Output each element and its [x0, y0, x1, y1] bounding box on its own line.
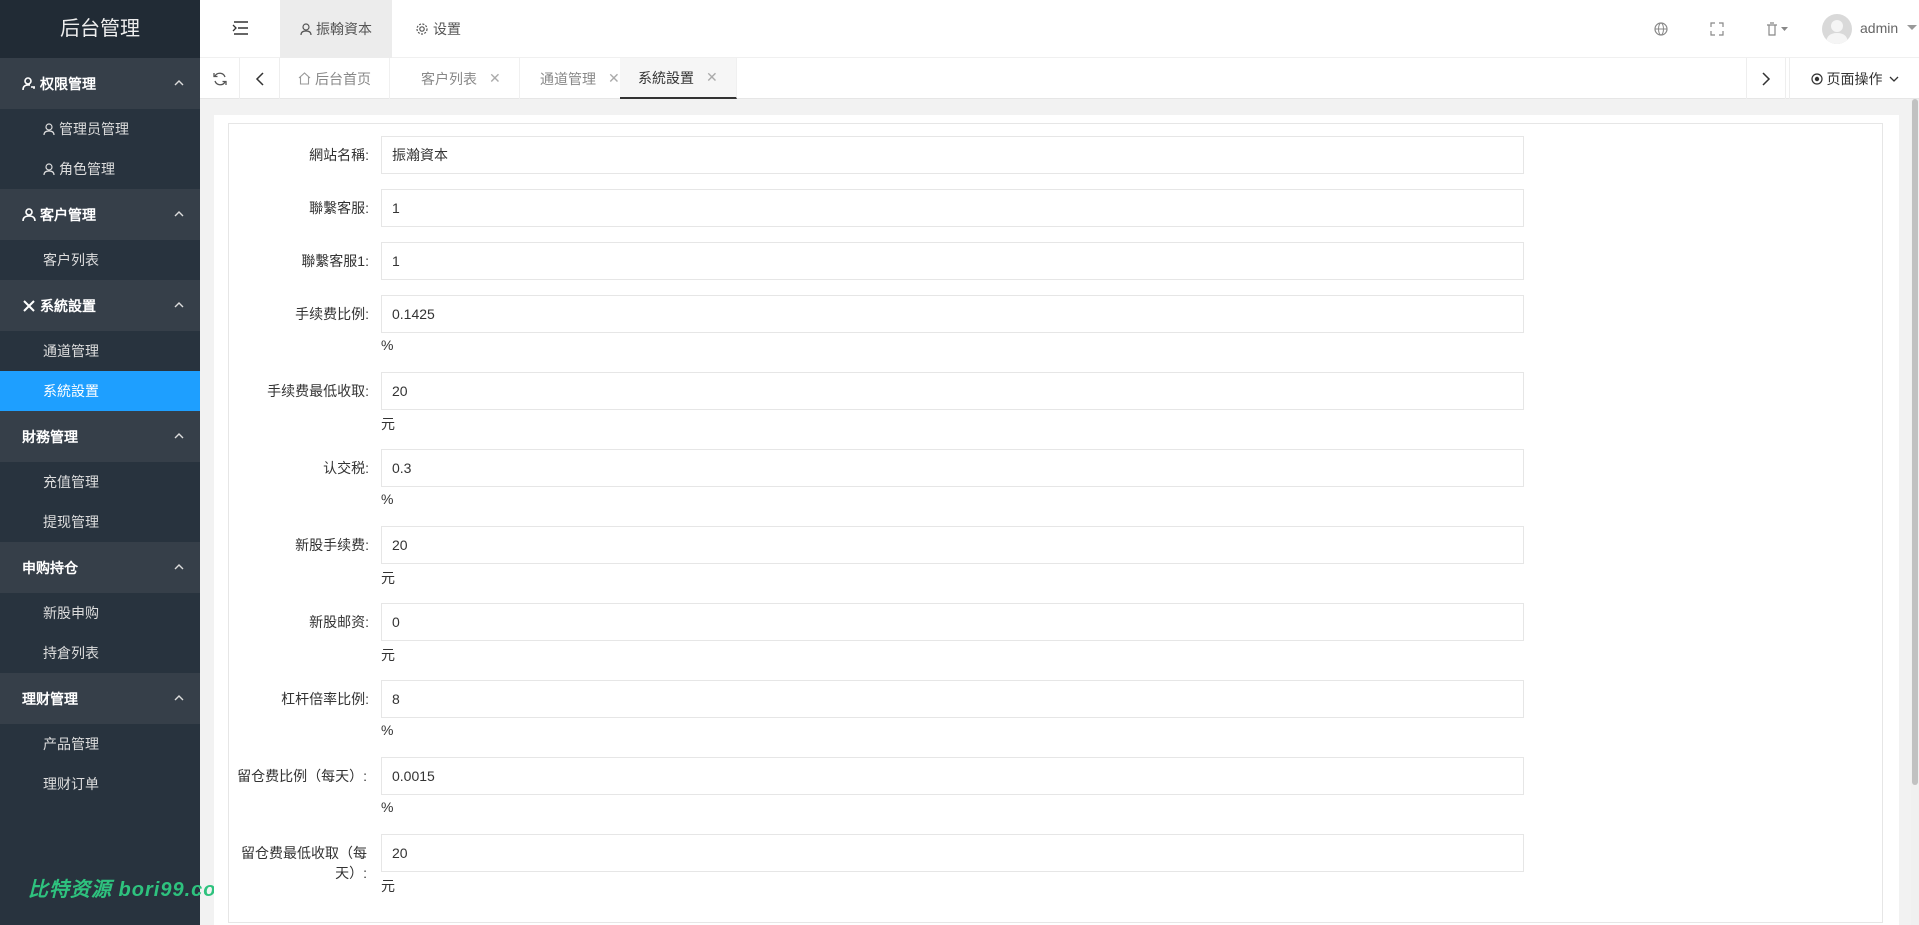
leverage-ratio-input[interactable] [381, 680, 1524, 718]
main-content: 網站名稱: 聯繫客服: 聯繫客服1: 手续费比例: % 手续费最低收取: 元 认… [214, 115, 1899, 925]
radio-dot-icon [1810, 72, 1823, 85]
min-fee-input[interactable] [381, 372, 1524, 410]
refresh-icon [212, 72, 227, 85]
refresh-button[interactable] [200, 58, 240, 99]
menu-group-finance[interactable]: 財務管理 [0, 411, 200, 462]
unit-label: % [381, 491, 394, 507]
sidebar-item-withdraw[interactable]: 提现管理 [0, 502, 200, 542]
field-label: 新股邮资: [309, 614, 369, 630]
sidebar-item-positions[interactable]: 持倉列表 [0, 633, 200, 673]
close-icon[interactable]: ✕ [489, 70, 501, 87]
field-label: 網站名稱: [309, 147, 369, 163]
sidebar-item-new-stock[interactable]: 新股申购 [0, 593, 200, 633]
menu-group-permissions[interactable]: 权限管理 [0, 58, 200, 109]
field-label: 留仓费最低收取（每天）: [241, 845, 367, 881]
chevron-up-icon [174, 564, 184, 570]
scrollbar-thumb[interactable] [1912, 99, 1918, 785]
sidebar-item-admin-management[interactable]: 管理员管理 [0, 109, 200, 149]
menu-group-customers[interactable]: 客户管理 [0, 189, 200, 240]
close-icon[interactable]: ✕ [608, 70, 620, 87]
vertical-scrollbar[interactable] [1911, 99, 1919, 925]
menu-group-label: 理财管理 [22, 690, 78, 707]
tabs-scroll-left-button[interactable] [240, 58, 280, 99]
menu-group-system-settings[interactable]: 系統設置 [0, 280, 200, 331]
chevron-right-icon [1762, 71, 1771, 86]
field-label: 留仓费比例（每天）: [237, 768, 367, 784]
caret-down-icon[interactable] [1907, 24, 1917, 32]
user-name[interactable]: admin [1860, 20, 1898, 36]
sidebar-item-customer-list[interactable]: 客户列表 [0, 240, 200, 280]
new-stock-postage-input[interactable] [381, 603, 1524, 641]
field-label: 聯繫客服: [309, 200, 369, 216]
menu-toggle-icon[interactable] [232, 20, 250, 36]
menu-group-label: 权限管理 [40, 75, 96, 92]
field-label: 手续费比例: [295, 306, 369, 322]
user-icon [43, 122, 55, 135]
user-icon [22, 207, 36, 221]
gear-icon [416, 23, 428, 35]
site-name-input[interactable] [381, 136, 1524, 174]
chevron-up-icon [174, 80, 184, 86]
sidebar-item-products[interactable]: 产品管理 [0, 724, 200, 764]
unit-label: % [381, 799, 394, 815]
menu-group-label: 客户管理 [40, 206, 96, 223]
menu-group-label: 申购持仓 [22, 559, 78, 576]
tabs-scroll-right-button[interactable] [1746, 58, 1786, 99]
home-icon [298, 72, 311, 85]
chevron-up-icon [174, 302, 184, 308]
tab-home[interactable]: 后台首页 [280, 58, 390, 99]
unit-label: 元 [381, 647, 395, 663]
field-label: 聯繫客服1: [301, 253, 369, 269]
user-icon [43, 162, 55, 175]
chevron-up-icon [174, 211, 184, 217]
tab-customer-list[interactable]: 客户列表 ✕ [403, 58, 520, 99]
settings-form: 網站名稱: 聯繫客服: 聯繫客服1: 手续费比例: % 手续费最低收取: 元 认… [228, 123, 1883, 923]
header-nav-company[interactable]: 振翰資本 [280, 0, 392, 58]
top-header: 振翰資本 设置 admin [200, 0, 1919, 58]
chevron-up-icon [174, 433, 184, 439]
tools-icon [23, 299, 35, 312]
contact-service-1-input[interactable] [381, 242, 1524, 280]
field-label: 新股手续费: [295, 537, 369, 553]
new-stock-fee-input[interactable] [381, 526, 1524, 564]
user-key-icon [22, 76, 35, 90]
user-icon [300, 22, 312, 35]
header-nav-settings[interactable]: 设置 [395, 0, 481, 58]
menu-group-subscription[interactable]: 申购持仓 [0, 542, 200, 593]
tabs-bar: 后台首页 客户列表 ✕ 通道管理 ✕ 系統設置 ✕ 页面操作 [200, 58, 1919, 99]
field-label: 认交税: [323, 460, 369, 476]
field-label: 杠杆倍率比例: [281, 691, 369, 707]
page-operations-dropdown[interactable]: 页面操作 [1789, 58, 1919, 99]
chevron-left-icon [255, 71, 264, 86]
transaction-tax-input[interactable] [381, 449, 1524, 487]
avatar[interactable] [1822, 14, 1852, 44]
menu-group-wealth[interactable]: 理财管理 [0, 673, 200, 724]
sidebar-item-channel-management[interactable]: 通道管理 [0, 331, 200, 371]
unit-label: 元 [381, 570, 395, 586]
contact-service-input[interactable] [381, 189, 1524, 227]
holding-fee-min-input[interactable] [381, 834, 1524, 872]
sidebar-item-role-management[interactable]: 角色管理 [0, 149, 200, 189]
trash-dropdown-icon[interactable] [1765, 21, 1791, 37]
unit-label: % [381, 337, 394, 353]
unit-label: 元 [381, 416, 395, 432]
menu-group-label: 系統設置 [40, 297, 96, 314]
chevron-down-icon [1889, 76, 1898, 82]
globe-icon[interactable] [1653, 21, 1669, 37]
sidebar-item-system-settings[interactable]: 系統設置 [0, 371, 200, 411]
sidebar: 后台管理 权限管理 管理员管理 角色管理 客户管理 客户列表 系統設置 通道管理… [0, 0, 200, 925]
sidebar-item-orders[interactable]: 理财订单 [0, 764, 200, 804]
unit-label: 元 [381, 878, 395, 894]
unit-label: % [381, 722, 394, 738]
chevron-up-icon [174, 695, 184, 701]
menu-group-label: 財務管理 [22, 428, 78, 445]
tab-system-settings[interactable]: 系統設置 ✕ [620, 58, 737, 99]
field-label: 手续费最低收取: [267, 383, 369, 399]
fee-ratio-input[interactable] [381, 295, 1524, 333]
logo: 后台管理 [0, 0, 200, 58]
close-icon[interactable]: ✕ [706, 69, 718, 86]
sidebar-item-recharge[interactable]: 充值管理 [0, 462, 200, 502]
fullscreen-icon[interactable] [1709, 21, 1725, 37]
holding-fee-ratio-input[interactable] [381, 757, 1524, 795]
